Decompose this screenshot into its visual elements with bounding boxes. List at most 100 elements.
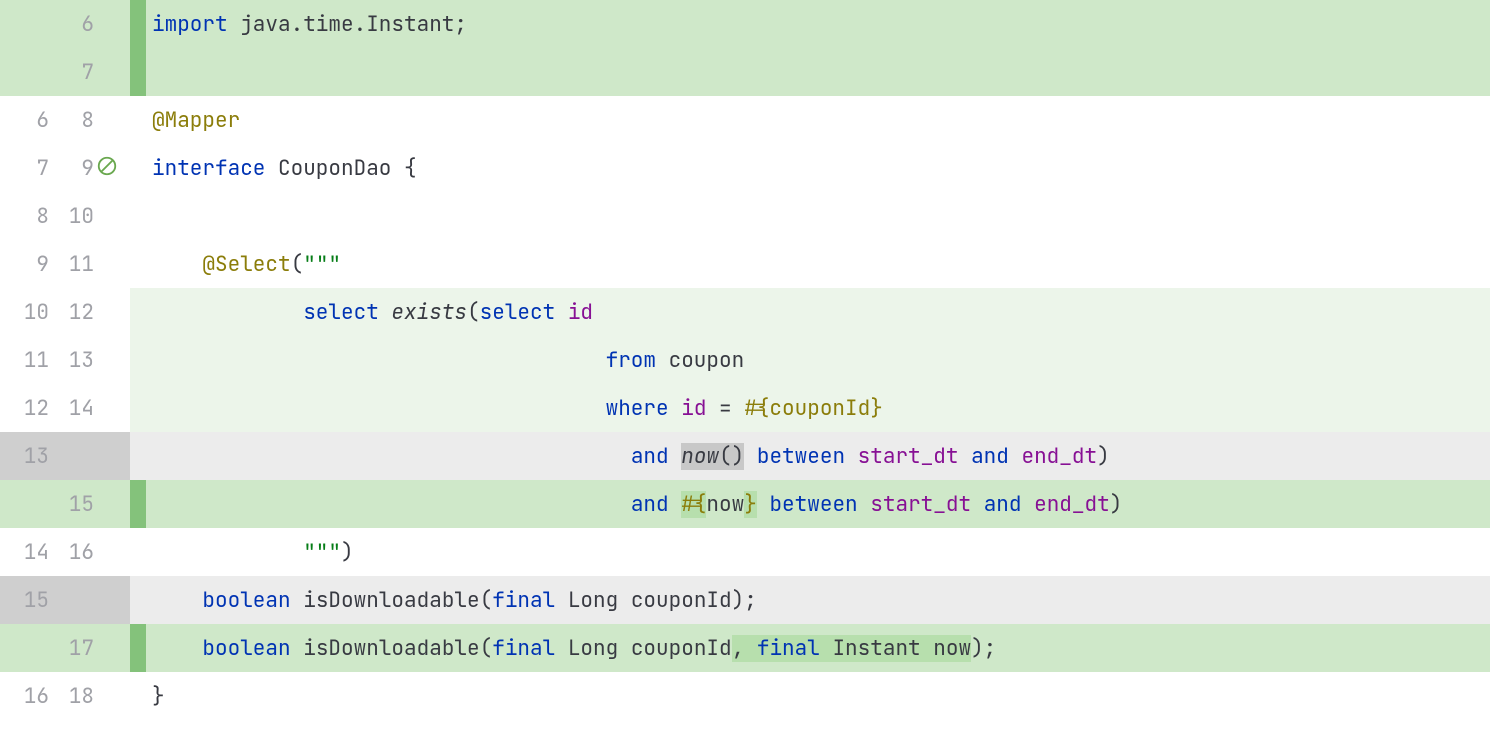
diff-marker <box>130 672 146 720</box>
token: @Mapper <box>152 107 240 134</box>
gutter: 7 <box>0 48 130 96</box>
token: select <box>480 299 568 326</box>
new-line-number: 7 <box>49 62 94 83</box>
gutter: 15 <box>0 576 130 624</box>
token <box>152 299 303 326</box>
new-line-number: 16 <box>49 542 94 563</box>
gutter: 911 <box>0 240 130 288</box>
diff-marker <box>130 432 146 480</box>
diff-marker <box>130 480 146 528</box>
token: Instant now <box>832 635 971 662</box>
no-comments-icon[interactable] <box>96 155 118 181</box>
old-line-number: 8 <box>4 206 49 227</box>
new-line-number: 9 <box>49 158 94 179</box>
old-line-number: 10 <box>4 302 49 323</box>
diff-marker <box>130 96 146 144</box>
new-line-number: 8 <box>49 110 94 131</box>
new-line-number: 12 <box>49 302 94 323</box>
gutter: 1618 <box>0 672 130 720</box>
token: ); <box>971 635 996 662</box>
gutter: 6 <box>0 0 130 48</box>
diff-line[interactable]: 68@Mapper <box>0 96 1490 144</box>
diff-line[interactable]: 6 import java.time.Instant; <box>0 0 1490 48</box>
token: #{couponId} <box>744 395 883 422</box>
token: and <box>631 443 681 470</box>
diff-line[interactable]: 17 boolean isDownloadable(final Long cou… <box>0 624 1490 672</box>
code-content[interactable]: where id = #{couponId} <box>146 384 1490 432</box>
token: , <box>732 635 757 662</box>
token: """ <box>303 251 341 278</box>
diff-line[interactable]: 810 <box>0 192 1490 240</box>
diff-marker <box>130 384 146 432</box>
diff-line[interactable]: 1113 from coupon <box>0 336 1490 384</box>
diff-line[interactable]: 1012 select exists(select id <box>0 288 1490 336</box>
token <box>958 443 971 470</box>
code-content[interactable]: from coupon <box>146 336 1490 384</box>
code-content[interactable]: @Select(""" <box>146 240 1490 288</box>
token: and <box>971 443 1021 470</box>
diff-marker <box>130 624 146 672</box>
token: #{ <box>681 491 706 518</box>
code-content[interactable]: select exists(select id <box>146 288 1490 336</box>
new-line-number: 6 <box>49 14 94 35</box>
token: @Select <box>202 251 290 278</box>
token <box>152 491 631 518</box>
diff-line[interactable]: 7 <box>0 48 1490 96</box>
diff-marker <box>130 144 146 192</box>
diff-marker <box>130 288 146 336</box>
token: end_dt <box>1034 491 1110 518</box>
diff-line[interactable]: 1618} <box>0 672 1490 720</box>
token: now <box>681 443 719 470</box>
code-content[interactable] <box>146 48 1490 96</box>
token: } <box>152 683 165 710</box>
token: ( <box>291 251 304 278</box>
diff-line[interactable]: 15 boolean isDownloadable(final Long cou… <box>0 576 1490 624</box>
token: final <box>757 635 833 662</box>
token <box>152 347 606 374</box>
token: isDownloadable( <box>303 635 492 662</box>
token: () <box>719 443 744 470</box>
token: and <box>631 491 681 518</box>
code-content[interactable]: and #{now} between start_dt and end_dt) <box>146 480 1490 528</box>
gutter: 1214 <box>0 384 130 432</box>
diff-line[interactable]: 15 and #{now} between start_dt and end_d… <box>0 480 1490 528</box>
old-line-number: 15 <box>4 590 49 611</box>
gutter: 810 <box>0 192 130 240</box>
token: start_dt <box>870 491 971 518</box>
token <box>152 635 202 662</box>
code-content[interactable]: """) <box>146 528 1490 576</box>
diff-line[interactable]: 1214 where id = #{couponId} <box>0 384 1490 432</box>
code-content[interactable]: } <box>146 672 1490 720</box>
code-content[interactable]: @Mapper <box>146 96 1490 144</box>
gutter: 15 <box>0 480 130 528</box>
token: now <box>706 491 744 518</box>
diff-line[interactable]: 13 and now() between start_dt and end_dt… <box>0 432 1490 480</box>
token: boolean <box>202 587 303 614</box>
code-content[interactable] <box>146 192 1490 240</box>
diff-marker <box>130 528 146 576</box>
new-line-number: 10 <box>49 206 94 227</box>
diff-line[interactable]: 1416 """) <box>0 528 1490 576</box>
diff-marker <box>130 336 146 384</box>
token <box>152 587 202 614</box>
diff-line[interactable]: 911 @Select(""" <box>0 240 1490 288</box>
code-content[interactable]: import java.time.Instant; <box>146 0 1490 48</box>
code-content[interactable]: and now() between start_dt and end_dt) <box>146 432 1490 480</box>
old-line-number: 12 <box>4 398 49 419</box>
gutter: 17 <box>0 624 130 672</box>
old-line-number: 7 <box>4 158 49 179</box>
token: from <box>606 347 669 374</box>
code-content[interactable]: interface CouponDao { <box>146 144 1490 192</box>
token: end_dt <box>1021 443 1097 470</box>
gutter: 1113 <box>0 336 130 384</box>
gutter: 1012 <box>0 288 130 336</box>
diff-line[interactable]: 79 interface CouponDao { <box>0 144 1490 192</box>
new-line-number: 14 <box>49 398 94 419</box>
code-content[interactable]: boolean isDownloadable(final Long coupon… <box>146 624 1490 672</box>
diff-view: 6import java.time.Instant;768@Mapper79in… <box>0 0 1490 720</box>
token: Long couponId); <box>568 587 757 614</box>
old-line-number: 11 <box>4 350 49 371</box>
code-content[interactable]: boolean isDownloadable(final Long coupon… <box>146 576 1490 624</box>
token: ) <box>1097 443 1110 470</box>
token: start_dt <box>858 443 959 470</box>
